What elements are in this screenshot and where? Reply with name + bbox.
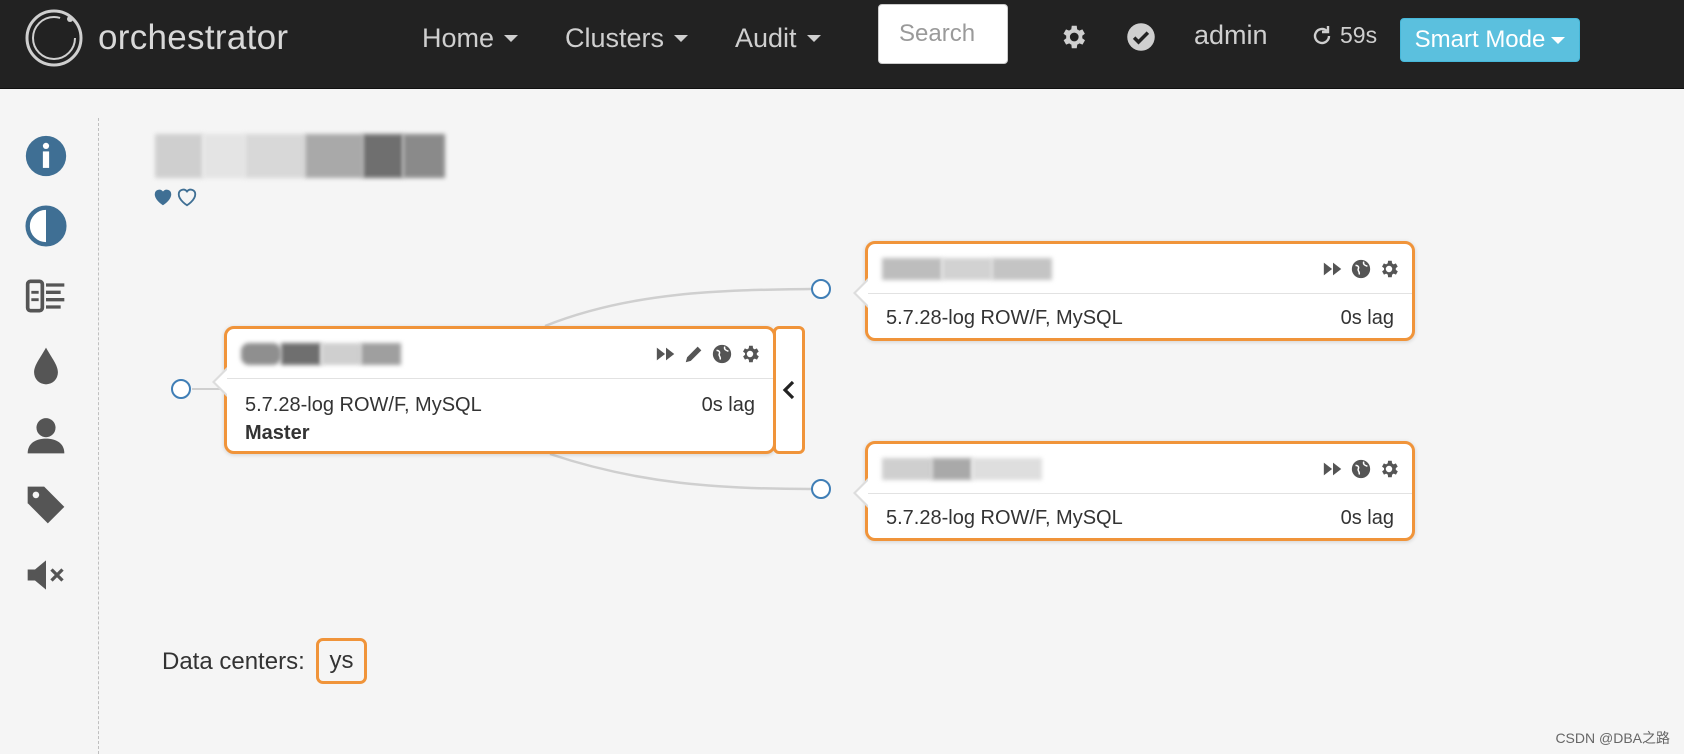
gear-icon[interactable] [1378, 458, 1400, 480]
globe-icon[interactable] [711, 343, 733, 365]
master-node[interactable]: 5.7.28-log ROW/F, MySQL 0s lag Master [212, 326, 776, 454]
fast-forward-icon[interactable] [1322, 458, 1344, 480]
master-node-actions [655, 343, 761, 365]
globe-icon[interactable] [1350, 258, 1372, 280]
master-link-dot[interactable] [171, 379, 191, 399]
watermark: CSDN @DBA之路 [1555, 730, 1670, 746]
node-pointer [212, 367, 228, 397]
node-pointer [853, 278, 869, 308]
globe-icon[interactable] [1350, 458, 1372, 480]
master-lag: 0s lag [701, 394, 755, 416]
replica-node[interactable]: 5.7.28-log ROW/F, MySQL 0s lag [853, 241, 1415, 341]
replica1-node-header [868, 244, 1412, 294]
replica1-version-info: 5.7.28-log ROW/F, MySQL [886, 307, 1123, 329]
replica2-lag: 0s lag [1340, 507, 1394, 529]
replica1-node-actions [1322, 258, 1400, 280]
replica2-link-dot[interactable] [811, 479, 831, 499]
master-node-header [227, 329, 773, 379]
data-center-badge[interactable]: ys [316, 638, 367, 684]
fast-forward-icon[interactable] [1322, 258, 1344, 280]
chevron-left-icon [782, 380, 795, 400]
data-centers-label: Data centers: [162, 648, 305, 675]
replica1-link-dot[interactable] [811, 279, 831, 299]
pencil-icon[interactable] [683, 343, 705, 365]
replica2-version-info: 5.7.28-log ROW/F, MySQL [886, 507, 1123, 529]
fast-forward-icon[interactable] [655, 343, 677, 365]
master-role: Master [245, 422, 310, 444]
collapse-replicas-toggle[interactable] [773, 326, 805, 454]
replica-node[interactable]: 5.7.28-log ROW/F, MySQL 0s lag [853, 441, 1415, 541]
node-pointer [853, 478, 869, 508]
replica2-node-actions [1322, 458, 1400, 480]
replica1-lag: 0s lag [1340, 307, 1394, 329]
gear-icon[interactable] [1378, 258, 1400, 280]
master-version-info: 5.7.28-log ROW/F, MySQL [245, 394, 482, 416]
replica2-node-header [868, 444, 1412, 494]
gear-icon[interactable] [739, 343, 761, 365]
